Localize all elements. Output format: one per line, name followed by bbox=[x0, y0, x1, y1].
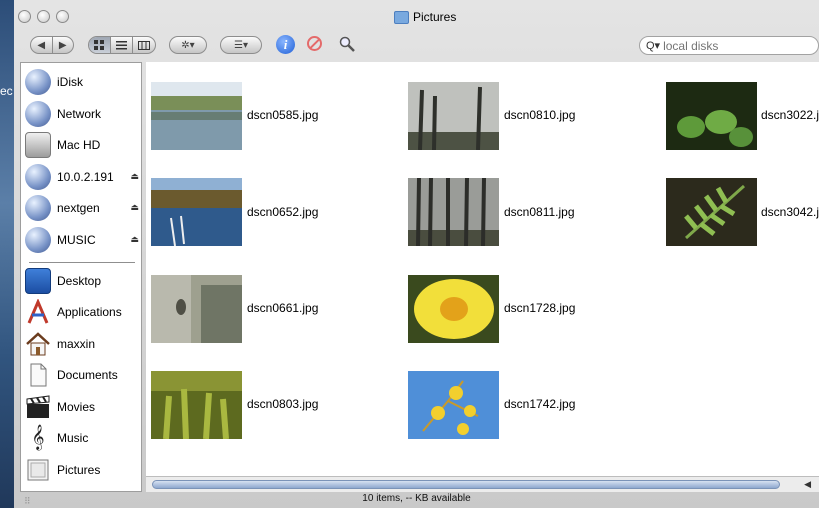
list-view-icon bbox=[116, 40, 128, 49]
sidebar-item-label: Mac HD bbox=[57, 138, 101, 152]
sidebar-item-label: maxxin bbox=[57, 337, 96, 351]
image-thumbnail[interactable] bbox=[408, 178, 499, 246]
finder-window: Pictures ◀ ▶ ✲▾ ☰▾ i Q▾ iDisk bbox=[14, 0, 819, 508]
get-info-icon[interactable]: i bbox=[276, 35, 295, 54]
zoom-button[interactable] bbox=[56, 10, 69, 23]
sidebar-item-music-volume[interactable]: MUSIC ⏏ bbox=[25, 225, 139, 255]
server-icon bbox=[25, 227, 51, 253]
status-bar: 10 items, -- KB available bbox=[362, 493, 471, 504]
image-thumbnail[interactable] bbox=[666, 178, 757, 246]
sidebar-item-movies[interactable]: Movies bbox=[25, 392, 139, 422]
file-name: dscn0661.jpg bbox=[247, 301, 319, 315]
sidebar-item-mac-hd[interactable]: Mac HD bbox=[25, 130, 139, 160]
file-name: dscn0810.jpg bbox=[504, 108, 576, 122]
horizontal-scrollbar[interactable]: ◀ bbox=[146, 476, 819, 492]
applications-icon bbox=[27, 299, 49, 324]
gear-icon: ✲▾ bbox=[181, 39, 195, 51]
sidebar-divider bbox=[29, 262, 135, 263]
image-thumbnail[interactable] bbox=[151, 82, 242, 150]
title-bar[interactable]: Pictures bbox=[14, 0, 819, 30]
image-thumbnail[interactable] bbox=[666, 82, 757, 150]
sidebar-item-label: Documents bbox=[57, 368, 118, 382]
window-title: Pictures bbox=[394, 9, 456, 25]
treble-clef-icon: 𝄞 bbox=[31, 425, 45, 450]
action-menu-button[interactable]: ✲▾ bbox=[169, 36, 207, 54]
idisk-icon bbox=[25, 69, 51, 95]
clapperboard-icon bbox=[26, 395, 50, 418]
icon-view-button[interactable] bbox=[89, 37, 110, 53]
view-control bbox=[88, 36, 156, 54]
file-name: dscn3042.jpg bbox=[761, 205, 819, 219]
sidebar-item-server-ip[interactable]: 10.0.2.191 ⏏ bbox=[25, 162, 139, 192]
column-view-button[interactable] bbox=[132, 37, 155, 53]
eject-icon[interactable]: ⏏ bbox=[130, 202, 139, 213]
sidebar-item-applications[interactable]: Applications bbox=[25, 297, 139, 327]
image-thumbnail[interactable] bbox=[408, 275, 499, 343]
documents-icon bbox=[30, 363, 47, 387]
image-thumbnail[interactable] bbox=[151, 371, 242, 439]
arrange-icon: ☰▾ bbox=[234, 39, 248, 51]
network-globe-icon bbox=[25, 101, 51, 127]
home-icon bbox=[26, 332, 50, 356]
sidebar-item-label: Movies bbox=[57, 400, 96, 414]
icon-view-icon bbox=[94, 40, 105, 50]
eject-icon[interactable]: ⏏ bbox=[130, 234, 139, 245]
server-icon bbox=[25, 195, 51, 221]
search-field[interactable]: Q▾ bbox=[639, 36, 819, 55]
scroll-arrow-icon[interactable]: ◀ bbox=[804, 479, 811, 490]
scrollbar-thumb[interactable] bbox=[152, 480, 780, 489]
sidebar-item-label: Applications bbox=[57, 305, 122, 319]
picture-frame-icon bbox=[27, 459, 49, 481]
sidebar-item-nextgen[interactable]: nextgen ⏏ bbox=[25, 193, 139, 223]
folder-icon bbox=[394, 10, 409, 24]
search-input[interactable] bbox=[660, 38, 814, 53]
sidebar-item-label: Network bbox=[57, 107, 102, 121]
hard-drive-icon bbox=[25, 132, 51, 158]
desktop-partial-label: ec bbox=[0, 84, 13, 98]
window-title-text: Pictures bbox=[413, 10, 457, 24]
file-icon-view: dscn0585.jpg dscn0652.jpg dscn0661.jpg d… bbox=[146, 62, 819, 476]
file-name: dscn0585.jpg bbox=[247, 108, 319, 122]
sidebar-item-label: nextgen bbox=[57, 201, 100, 215]
sidebar-item-label: Pictures bbox=[57, 463, 101, 477]
sidebar-item-home[interactable]: maxxin bbox=[25, 329, 139, 359]
sidebar-item-label: Desktop bbox=[57, 274, 102, 288]
desktop-icon bbox=[25, 268, 51, 294]
image-thumbnail[interactable] bbox=[408, 371, 499, 439]
sidebar-item-label: 10.0.2.191 bbox=[57, 170, 114, 184]
close-button[interactable] bbox=[18, 10, 31, 23]
sidebar-item-label: Music bbox=[57, 431, 89, 445]
file-name: dscn0803.jpg bbox=[247, 397, 319, 411]
sidebar-item-network[interactable]: Network bbox=[25, 99, 139, 129]
sidebar-item-music[interactable]: 𝄞 Music bbox=[25, 423, 139, 453]
list-view-button[interactable] bbox=[109, 37, 133, 53]
file-name: dscn0811.jpg bbox=[504, 205, 575, 219]
desktop-background: ec bbox=[0, 0, 14, 508]
file-name: dscn1742.jpg bbox=[504, 397, 576, 411]
file-name: dscn3022.jpg bbox=[761, 108, 819, 122]
image-thumbnail[interactable] bbox=[151, 178, 242, 246]
arrange-menu-button[interactable]: ☰▾ bbox=[220, 36, 262, 54]
image-thumbnail[interactable] bbox=[151, 275, 242, 343]
sidebar-item-documents[interactable]: Documents bbox=[25, 360, 139, 390]
file-name: dscn1728.jpg bbox=[504, 301, 576, 315]
sidebar-item-desktop[interactable]: Desktop bbox=[25, 266, 139, 296]
forward-button[interactable]: ▶ bbox=[51, 37, 74, 53]
sidebar-item-label: MUSIC bbox=[57, 233, 96, 247]
column-view-icon bbox=[138, 40, 151, 50]
sidebar-item-label: iDisk bbox=[57, 75, 83, 89]
eject-icon[interactable]: ⏏ bbox=[130, 171, 139, 182]
search-scope-icon[interactable]: Q▾ bbox=[646, 39, 660, 52]
sidebar: iDisk Network Mac HD 10.0.2.191 ⏏ nextge… bbox=[20, 62, 142, 492]
sidebar-item-idisk[interactable]: iDisk bbox=[25, 67, 139, 97]
sidebar-item-pictures[interactable]: Pictures bbox=[25, 455, 139, 485]
file-name: dscn0652.jpg bbox=[247, 205, 319, 219]
image-thumbnail[interactable] bbox=[408, 82, 499, 150]
back-button[interactable]: ◀ bbox=[31, 37, 52, 53]
minimize-button[interactable] bbox=[37, 10, 50, 23]
back-forward-control: ◀ ▶ bbox=[30, 36, 74, 54]
burn-disabled-icon[interactable] bbox=[307, 36, 322, 51]
magnifier-icon[interactable] bbox=[338, 35, 356, 53]
server-icon bbox=[25, 164, 51, 190]
